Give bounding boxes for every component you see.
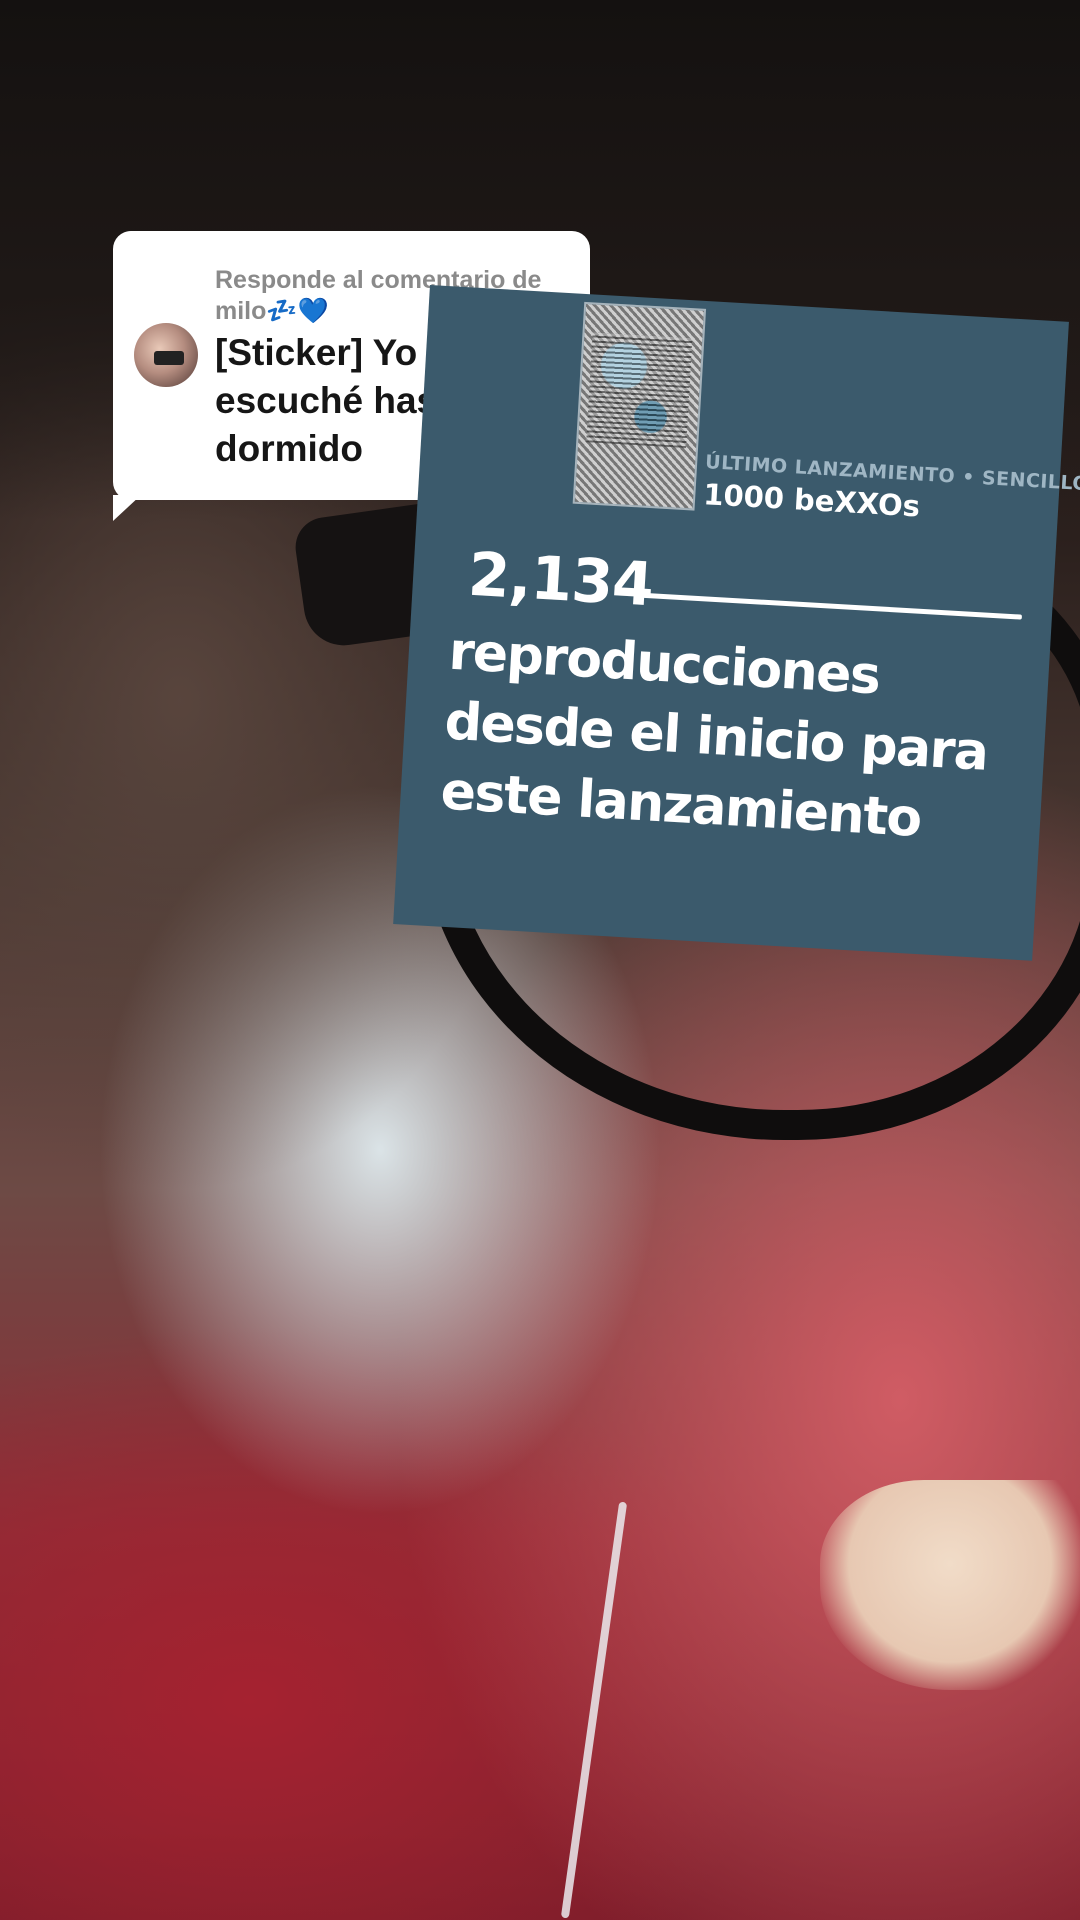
release-stats-card: ÚLTIMO LANZAMIENTO • SENCILLO 1000 beXXO… [393,285,1080,961]
commenter-avatar[interactable] [134,323,198,387]
play-count-caption: reproducciones desde el inicio para este… [439,621,990,850]
count-divider [637,592,1023,620]
video-earphone-wire [560,1501,628,1919]
cover-art-collage [586,332,693,449]
avatar-phone-icon [154,351,184,365]
cover-art-image [572,301,707,511]
video-smile [820,1480,1080,1690]
release-title: 1000 beXXOs [702,477,921,524]
play-count: 2,134 [466,539,655,621]
